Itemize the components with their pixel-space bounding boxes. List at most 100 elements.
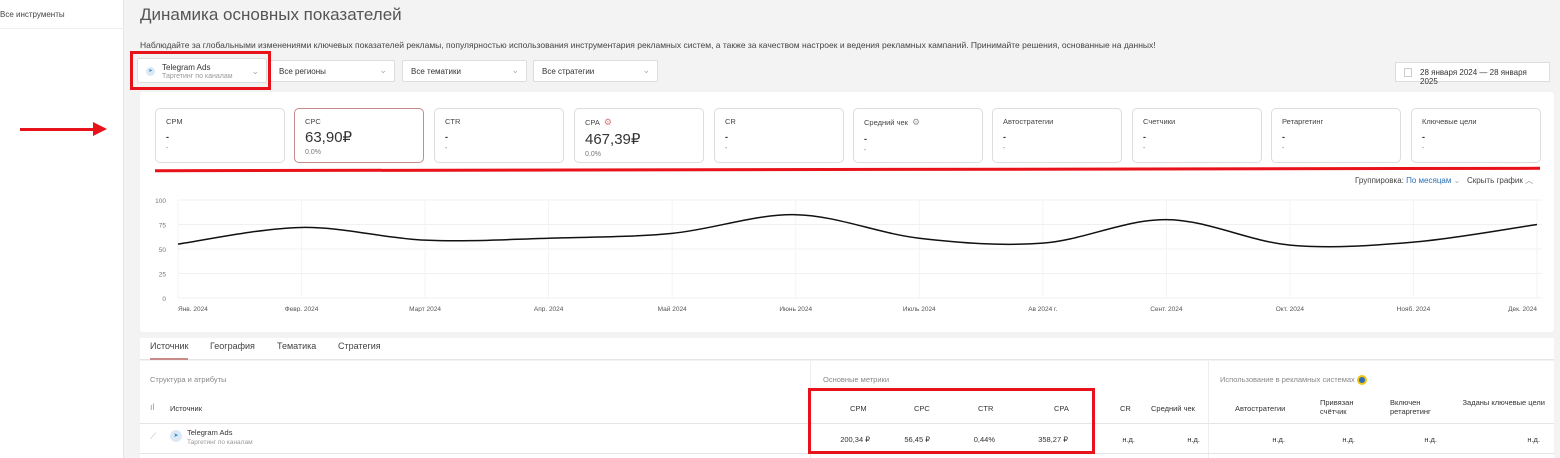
cell-retargeting: н.д. bbox=[1424, 435, 1437, 444]
metric-card-change: 0.0% bbox=[305, 149, 321, 156]
info-icon[interactable] bbox=[1356, 375, 1367, 386]
y-tick-label: 25 bbox=[159, 272, 167, 279]
cell-cr: н.д. bbox=[1122, 435, 1135, 444]
x-tick-label: Июнь 2024 bbox=[779, 306, 812, 312]
row-source-name[interactable]: Telegram Ads bbox=[187, 428, 232, 437]
tab-geography[interactable]: География bbox=[210, 341, 255, 351]
topics-label: Все тематики bbox=[411, 67, 461, 76]
calendar-icon bbox=[1404, 68, 1412, 77]
metric-card-label-text: CR bbox=[725, 117, 736, 126]
strategies-select[interactable]: Все стратегии ⌄ bbox=[533, 60, 658, 82]
metric-card-label: Счетчики bbox=[1143, 117, 1251, 126]
metric-card-value: - bbox=[864, 134, 867, 144]
x-tick-label: Окт. 2024 bbox=[1276, 306, 1305, 312]
header-retargeting[interactable]: Включен ретаргетинг bbox=[1390, 398, 1450, 416]
x-tick-label: Март 2024 bbox=[409, 306, 441, 312]
y-tick-label: 50 bbox=[159, 247, 167, 254]
x-tick-label: Май 2024 bbox=[658, 305, 687, 312]
metric-card[interactable]: CTR - - bbox=[434, 108, 564, 163]
row-source-sub: Таргетинг по каналам bbox=[187, 439, 253, 446]
metric-card-label: CR bbox=[725, 117, 833, 126]
chevron-up-icon: ︿ bbox=[1525, 176, 1534, 185]
tab-topics[interactable]: Тематика bbox=[277, 341, 316, 351]
y-tick-label: 0 bbox=[162, 296, 166, 303]
chevron-down-icon: ⌄ bbox=[642, 65, 650, 75]
y-tick-label: 100 bbox=[155, 198, 166, 205]
tab-source[interactable]: Источник bbox=[150, 341, 189, 360]
metric-card-label: Автостратегии bbox=[1003, 117, 1111, 126]
sidebar-item-all-tools[interactable]: Все инструменты bbox=[0, 10, 65, 19]
metric-card[interactable]: CPA ⚙ 467,39₽ 0.0% bbox=[574, 108, 704, 163]
chevron-down-icon: ⌄ bbox=[1451, 176, 1463, 185]
header-avg-check[interactable]: Средний чек bbox=[1151, 404, 1195, 413]
grouping-select[interactable]: По месяцам bbox=[1406, 176, 1451, 185]
regions-label: Все регионы bbox=[279, 67, 326, 76]
date-range-picker[interactable]: 28 января 2024 — 28 января 2025 bbox=[1395, 62, 1550, 86]
tab-strategy[interactable]: Стратегия bbox=[338, 341, 381, 351]
series-line bbox=[177, 213, 1538, 248]
hide-chart-button[interactable]: Скрыть график bbox=[1467, 176, 1523, 185]
x-tick-label: Янв. 2024 bbox=[178, 306, 208, 312]
x-tick-label: Февр. 2024 bbox=[285, 306, 319, 312]
metric-card-change: - bbox=[725, 145, 728, 152]
metric-card[interactable]: Ретаргетинг - - bbox=[1271, 108, 1401, 163]
metric-card-label-text: Счетчики bbox=[1143, 117, 1176, 126]
regions-select[interactable]: Все регионы ⌄ bbox=[270, 60, 395, 82]
header-counter[interactable]: Привязан счётчик bbox=[1320, 398, 1370, 416]
metric-card-value: - bbox=[166, 132, 169, 142]
header-goals[interactable]: Заданы ключевые цели bbox=[1460, 398, 1545, 407]
metric-card-label-text: Ретаргетинг bbox=[1282, 117, 1324, 126]
metric-card-change: - bbox=[864, 147, 867, 154]
header-autostrategies[interactable]: Автостратегии bbox=[1235, 404, 1285, 413]
metric-card[interactable]: CPM - - bbox=[155, 108, 285, 163]
group-usage-label: Использование в рекламных системах bbox=[1220, 375, 1355, 384]
metric-card-label: CTR bbox=[445, 117, 553, 126]
header-cr[interactable]: CR bbox=[1120, 404, 1131, 413]
metric-card-value: 467,39₽ bbox=[585, 131, 641, 148]
metric-card[interactable]: CR - - bbox=[714, 108, 844, 163]
bar-chart-icon[interactable]: ıl bbox=[150, 402, 155, 412]
metric-card-value: - bbox=[1422, 132, 1425, 142]
y-tick-label: 75 bbox=[159, 223, 167, 230]
metric-card-label-text: CPC bbox=[305, 117, 321, 126]
topics-select[interactable]: Все тематики ⌄ bbox=[402, 60, 527, 82]
metric-card[interactable]: Счетчики - - bbox=[1132, 108, 1262, 163]
cell-avg-check: н.д. bbox=[1187, 435, 1200, 444]
group-metrics: Основные метрики bbox=[823, 375, 890, 384]
x-tick-label: Апр. 2024 bbox=[534, 306, 564, 312]
page-title: Динамика основных показателей bbox=[140, 5, 402, 24]
x-tick-label: Ав 2024 г. bbox=[1028, 306, 1057, 312]
annotation-arrow-icon bbox=[20, 122, 107, 136]
metric-card-change: - bbox=[445, 145, 448, 152]
metric-card-value: - bbox=[1282, 132, 1285, 142]
metric-card-change: - bbox=[1422, 145, 1425, 152]
metric-card-label: CPM bbox=[166, 117, 274, 126]
group-structure: Структура и атрибуты bbox=[150, 375, 227, 384]
grouping-label: Группировка: bbox=[1355, 176, 1404, 185]
tab-bar: Источник География Тематика Стратегия bbox=[140, 338, 1554, 360]
divider bbox=[1208, 361, 1209, 458]
trend-icon[interactable]: ⟋ bbox=[150, 431, 156, 442]
x-tick-label: Нояб. 2024 bbox=[1397, 305, 1431, 312]
annotation-box-metrics bbox=[808, 388, 1095, 454]
divider bbox=[0, 28, 124, 29]
header-source[interactable]: Источник bbox=[170, 404, 202, 413]
telegram-icon: ➤ bbox=[170, 430, 182, 442]
metric-card-label-text: Средний чек bbox=[864, 118, 908, 127]
cell-goals: н.д. bbox=[1527, 435, 1540, 444]
metric-card-label-text: CPA bbox=[585, 118, 600, 127]
metric-card-label: CPA ⚙ bbox=[585, 117, 693, 128]
chevron-down-icon: ⌄ bbox=[511, 65, 519, 75]
metric-card[interactable]: Автостратегии - - bbox=[992, 108, 1122, 163]
metric-card[interactable]: CPC 63,90₽ 0.0% bbox=[294, 108, 424, 163]
gear-icon[interactable]: ⚙ bbox=[912, 117, 920, 127]
group-usage: Использование в рекламных системах bbox=[1220, 375, 1367, 386]
chart-controls: Группировка: По месяцам ⌄ Скрыть график … bbox=[1355, 175, 1533, 186]
metric-card-value: - bbox=[445, 132, 448, 142]
metric-card-label: CPC bbox=[305, 117, 413, 126]
metric-card[interactable]: Средний чек ⚙ - - bbox=[853, 108, 983, 163]
metric-card-label-text: Ключевые цели bbox=[1422, 117, 1477, 126]
gear-icon[interactable]: ⚙ bbox=[604, 117, 612, 127]
metric-card[interactable]: Ключевые цели - - bbox=[1411, 108, 1541, 163]
x-tick-label: Дек. 2024 bbox=[1508, 306, 1537, 312]
